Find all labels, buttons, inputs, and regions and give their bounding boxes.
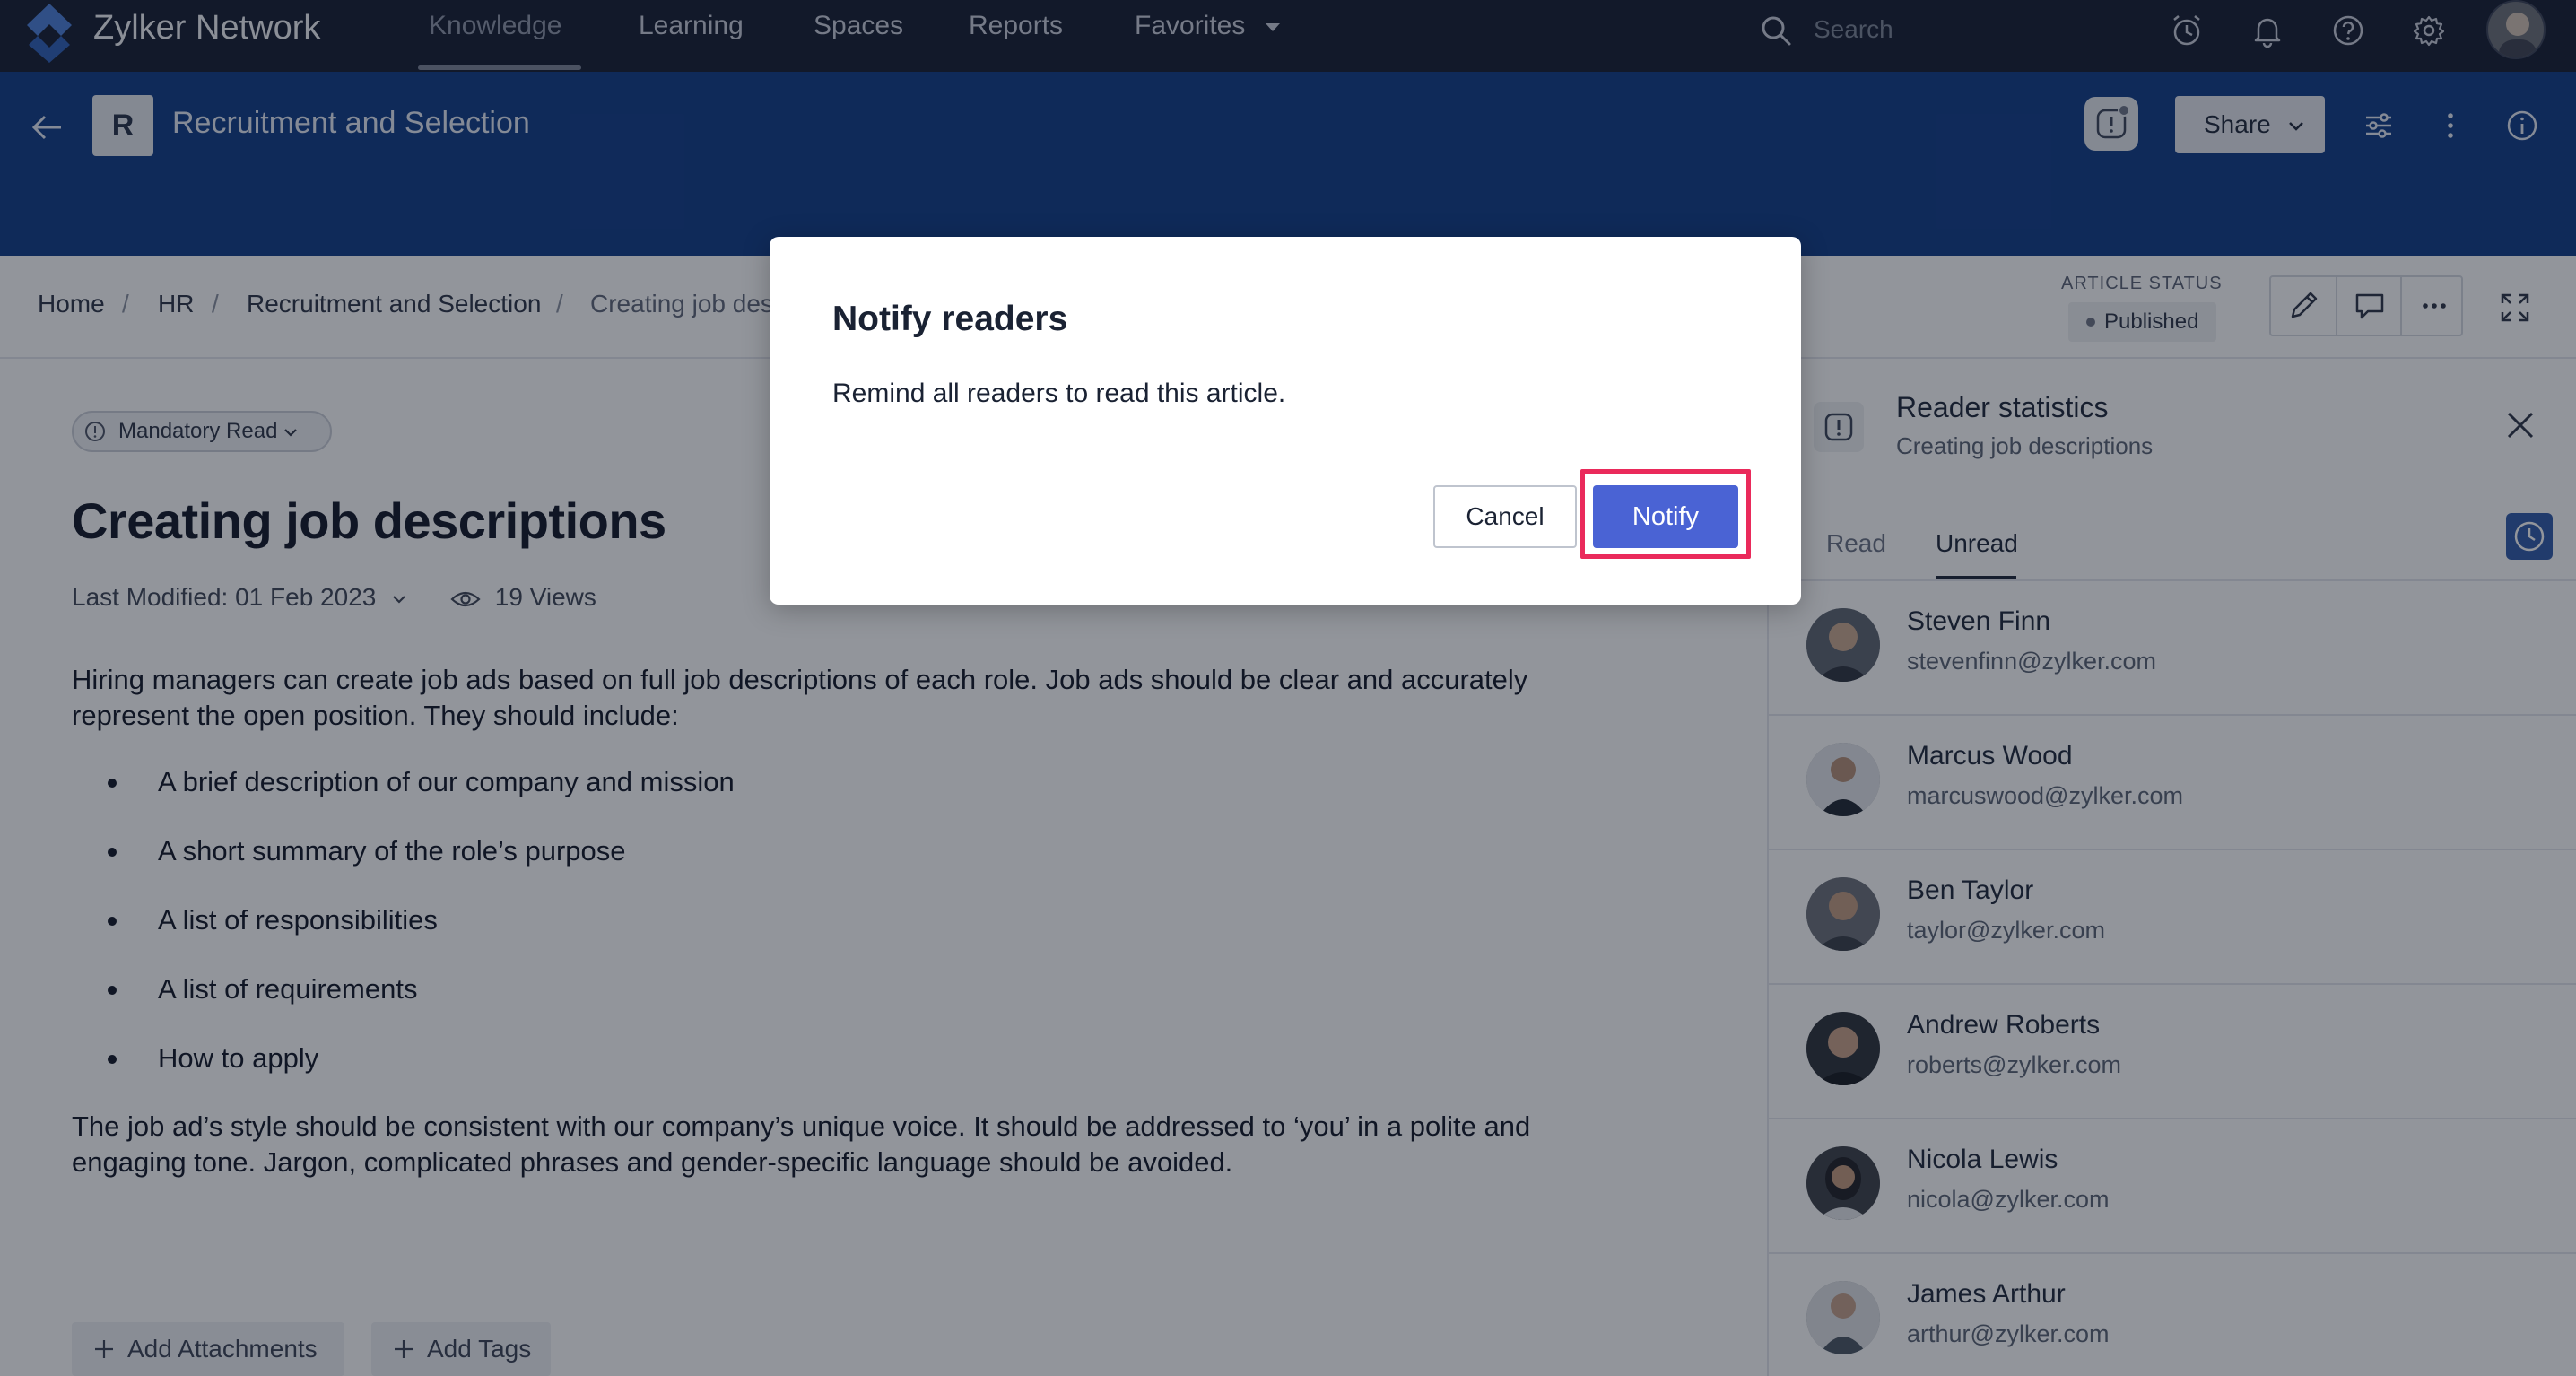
notify-button[interactable]: Notify [1593, 485, 1738, 548]
dialog-title: Notify readers [832, 300, 1068, 338]
dialog-message: Remind all readers to read this article. [832, 379, 1286, 408]
cancel-button[interactable]: Cancel [1433, 485, 1577, 548]
notify-readers-dialog: Notify readers Remind all readers to rea… [770, 237, 1801, 605]
modal-backdrop[interactable] [0, 0, 2576, 1376]
